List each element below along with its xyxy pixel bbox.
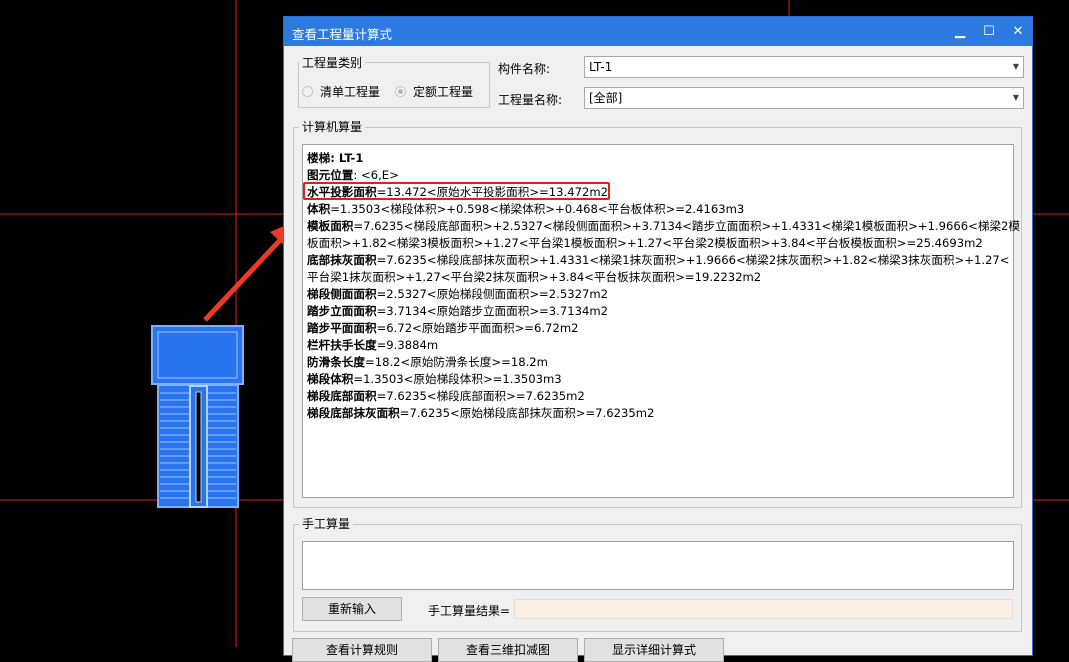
radio-label: 清单工程量 <box>320 85 381 99</box>
calc-line: 梯段底部抹灰面积=7.6235<原始梯段底部抹灰面积>=7.6235m2 <box>307 405 1011 422</box>
view-calc-rules-button[interactable]: 查看计算规则 <box>292 638 432 662</box>
calc-line: 栏杆扶手长度=9.3884m <box>307 337 1011 354</box>
close-button[interactable]: ✕ <box>1004 17 1032 46</box>
highlight-box <box>303 182 610 200</box>
stair-element <box>151 325 244 508</box>
calc-value: 板面积>+1.82<梯梁3模板面积>+1.27<平台梁1模板面积>+1.27<平… <box>307 236 983 250</box>
radio-quota-quantity[interactable]: 定额工程量 <box>395 83 473 100</box>
calc-key: 模板面积 <box>307 219 354 233</box>
calc-value: =7.6235<梯段底部面积>+2.5327<梯段侧面面积>+3.7134<踏步… <box>353 219 1021 233</box>
calc-line: 梯段底部面积=7.6235<梯段底部面积>=7.6235m2 <box>307 388 1011 405</box>
calc-value: =18.2<原始防滑条长度>=18.2m <box>364 355 548 369</box>
quantity-name-combo[interactable]: [全部] ▼ <box>584 87 1024 109</box>
calc-key: 梯段体积 <box>307 372 354 386</box>
chevron-down-icon[interactable]: ▼ <box>1013 88 1019 108</box>
calc-value: 平台梁1抹灰面积>+1.27<平台梁2抹灰面积>+3.84<平台板抹灰面积>=1… <box>307 270 762 284</box>
view-3d-deduction-button[interactable]: 查看三维扣减图 <box>438 638 578 662</box>
calc-line: 板面积>+1.82<梯梁3模板面积>+1.27<平台梁1模板面积>+1.27<平… <box>307 235 1011 252</box>
calc-key: 踏步立面面积 <box>307 304 377 318</box>
component-name-label: 构件名称: <box>498 62 551 76</box>
calc-value: =2.5327<原始梯段侧面面积>=2.5327m2 <box>376 287 608 301</box>
radio-circle[interactable] <box>302 86 313 97</box>
minimize-button[interactable]: ▁ <box>946 17 974 46</box>
calc-key: 栏杆扶手长度 <box>307 338 377 352</box>
calc-line: 梯段体积=1.3503<原始梯段体积>=1.3503m3 <box>307 371 1011 388</box>
component-name-combo[interactable]: LT-1 ▼ <box>584 56 1024 78</box>
calc-value: =9.3884m <box>376 338 439 352</box>
calc-key: 防滑条长度 <box>307 355 365 369</box>
calc-value: =3.7134<原始踏步立面面积>=3.7134m2 <box>376 304 608 318</box>
manual-calc-group-label: 手工算量 <box>299 515 354 532</box>
chevron-down-icon[interactable]: ▼ <box>1013 57 1019 77</box>
calc-value: =1.3503<梯段体积>+0.598<梯梁体积>+0.468<平台板体积>=2… <box>330 202 745 216</box>
calc-line: 防滑条长度=18.2<原始防滑条长度>=18.2m <box>307 354 1011 371</box>
calc-key: 踏步平面面积 <box>307 321 377 335</box>
dialog-titlebar[interactable]: 查看工程量计算式 ▁ ☐ ✕ <box>284 17 1032 46</box>
calc-line: 平台梁1抹灰面积>+1.27<平台梁2抹灰面积>+3.84<平台板抹灰面积>=1… <box>307 269 1011 286</box>
calc-line: 踏步立面面积=3.7134<原始踏步立面面积>=3.7134m2 <box>307 303 1011 320</box>
quantity-type-group-label: 工程量类别 <box>299 54 366 71</box>
quantity-name-value: [全部] <box>589 91 623 105</box>
calc-key: 梯段侧面面积 <box>307 287 377 301</box>
calc-key: 梯段底部抹灰面积 <box>307 406 400 420</box>
calc-line: 体积=1.3503<梯段体积>+0.598<梯梁体积>+0.468<平台板体积>… <box>307 201 1011 218</box>
calc-line: 模板面积=7.6235<梯段底部面积>+2.5327<梯段侧面面积>+3.713… <box>307 218 1020 235</box>
calc-value: =7.6235<原始梯段底部抹灰面积>=7.6235m2 <box>399 406 655 420</box>
calc-key: 图元位置 <box>307 168 354 182</box>
calc-key: 体积 <box>307 202 331 216</box>
manual-result-label: 手工算量结果= <box>428 604 511 618</box>
radio-circle[interactable] <box>395 86 406 97</box>
calc-line: 底部抹灰面积=7.6235<梯段底部抹灰面积>+1.4331<梯梁1抹灰面积>+… <box>307 252 1011 269</box>
radio-list-quantity[interactable]: 清单工程量 <box>302 83 380 100</box>
calc-key: 楼梯: LT-1 <box>307 151 364 165</box>
dialog-title: 查看工程量计算式 <box>292 27 393 42</box>
maximize-button[interactable]: ☐ <box>975 17 1003 46</box>
calc-value: : <6,E> <box>353 168 399 182</box>
calc-line: 楼梯: LT-1 <box>307 150 1011 167</box>
calc-key: 梯段底部面积 <box>307 389 377 403</box>
calc-value: =7.6235<梯段底部抹灰面积>+1.4331<梯梁1抹灰面积>+1.9666… <box>376 253 1010 267</box>
calc-value: =1.3503<原始梯段体积>=1.3503m3 <box>353 372 562 386</box>
reenter-button[interactable]: 重新输入 <box>302 597 402 621</box>
radio-label: 定额工程量 <box>413 85 474 99</box>
quantity-name-label: 工程量名称: <box>498 93 563 107</box>
computer-calc-group-label: 计算机算量 <box>299 118 366 135</box>
component-name-value: LT-1 <box>589 60 613 74</box>
show-detailed-formula-button[interactable]: 显示详细计算式 <box>584 638 724 662</box>
manual-calc-input[interactable] <box>302 541 1014 590</box>
manual-result-field[interactable] <box>514 599 1013 619</box>
calc-key: 底部抹灰面积 <box>307 253 377 267</box>
calc-line: 梯段侧面面积=2.5327<原始梯段侧面面积>=2.5327m2 <box>307 286 1011 303</box>
calc-value: =6.72<原始踏步平面面积>=6.72m2 <box>376 321 579 335</box>
calc-value: =7.6235<梯段底部面积>=7.6235m2 <box>376 389 585 403</box>
calc-line: 踏步平面面积=6.72<原始踏步平面面积>=6.72m2 <box>307 320 1011 337</box>
